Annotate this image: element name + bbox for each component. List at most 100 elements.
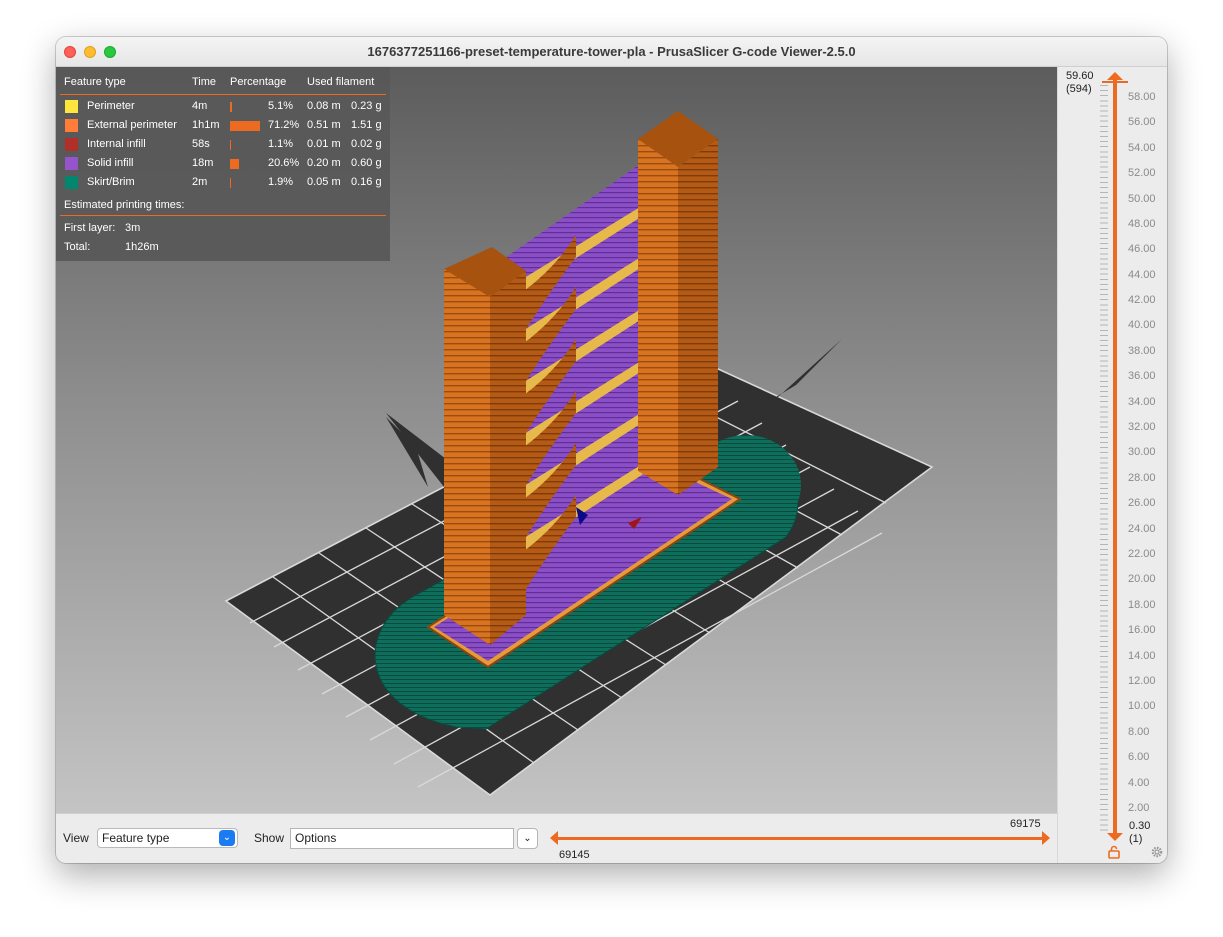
horizontal-lower-thumb-icon[interactable] [550,831,560,846]
feature-name: Skirt/Brim [87,176,135,188]
chevron-down-icon: ⌄ [523,833,532,844]
horizontal-upper-value: 69175 [1010,818,1041,830]
legend-panel: Feature type Time Percentage Used filame… [56,67,390,261]
legend-row[interactable]: External perimeter 1h1m 71.2% 0.51 m 1.5… [56,117,390,136]
tick-label: 40.00 [1128,319,1156,331]
tick-label: 52.00 [1128,167,1156,179]
color-swatch [65,100,78,113]
percentage-bar [230,178,231,188]
lower-thumb-icon[interactable] [1107,833,1123,843]
feature-meters: 0.08 m [307,100,341,112]
feature-percentage: 1.1% [268,138,294,150]
header-percentage: Percentage [230,76,287,88]
slider-scale [1100,85,1108,833]
feature-percentage: 1.9% [268,176,294,188]
feature-time: 58s [192,138,210,150]
total-value: 1h26m [125,241,159,253]
feature-time: 18m [192,157,214,169]
upper-thumb-icon[interactable] [1107,72,1123,82]
slider-bottom-value: 0.30 [1129,820,1151,832]
percentage-bar [230,121,260,131]
slider-top-layer: (594) [1066,83,1092,95]
chevron-updown-icon: ⌄ [219,830,235,846]
bottom-toolbar: View Feature type ⌄ Show Options ⌄ 69175… [56,813,1057,863]
window-title: 1676377251166-preset-temperature-tower-p… [367,44,856,59]
show-options-dropdown-button[interactable]: ⌄ [517,828,538,849]
tick-label: 22.00 [1128,548,1156,560]
slider-top-value: 59.60 [1066,70,1094,82]
3d-viewport[interactable]: Feature type Time Percentage Used filame… [56,67,1057,813]
percentage-bar [230,140,231,150]
feature-time: 4m [192,100,208,112]
feature-percentage: 71.2% [268,119,300,131]
view-label: View [63,831,89,845]
right-pillar [638,111,718,495]
tick-label: 10.00 [1128,700,1156,712]
feature-meters: 0.01 m [307,138,341,150]
tick-label: 38.00 [1128,345,1156,357]
tick-label: 42.00 [1128,294,1156,306]
feature-name: Perimeter [87,100,135,112]
show-label: Show [254,831,285,845]
gear-icon[interactable] [1150,845,1164,859]
feature-time: 2m [192,176,208,188]
tick-label: 4.00 [1128,777,1150,789]
color-swatch [65,138,78,151]
legend-divider [60,94,386,95]
first-layer-label: First layer: [64,222,116,234]
layer-slider[interactable]: 59.60 (594) 58.00 56.00 54.00 52.00 50.0… [1057,67,1167,863]
tick-label: 12.00 [1128,675,1156,687]
title-bar[interactable]: 1676377251166-preset-temperature-tower-p… [56,37,1167,67]
feature-percentage: 5.1% [268,100,294,112]
tick-label: 2.00 [1128,802,1150,814]
legend-divider [60,215,386,216]
tick-label: 18.00 [1128,599,1156,611]
feature-name: Internal infill [87,138,146,150]
tick-label: 58.00 [1128,91,1156,103]
lock-icon[interactable] [1107,845,1121,859]
view-select[interactable]: Feature type ⌄ [97,828,238,848]
header-time: Time [192,76,217,88]
tick-label: 54.00 [1128,142,1156,154]
tick-label: 34.00 [1128,396,1156,408]
total-label: Total: [64,241,91,253]
tick-label: 46.00 [1128,243,1156,255]
tick-label: 8.00 [1128,726,1150,738]
tick-label: 26.00 [1128,497,1156,509]
tick-label: 24.00 [1128,523,1156,535]
estimated-times-label: Estimated printing times: [64,199,185,211]
feature-name: External perimeter [87,119,177,131]
tick-label: 6.00 [1128,751,1150,763]
show-options-field[interactable]: Options [290,828,514,849]
tick-label: 28.00 [1128,472,1156,484]
color-swatch [65,157,78,170]
horizontal-lower-value: 69145 [559,849,590,861]
legend-row[interactable]: Internal infill 58s 1.1% 0.01 m 0.02 g [56,136,390,155]
feature-meters: 0.20 m [307,157,341,169]
tick-label: 48.00 [1128,218,1156,230]
feature-grams: 0.23 g [351,100,382,112]
horizontal-slider-track[interactable] [556,837,1046,840]
tick-label: 14.00 [1128,650,1156,662]
color-swatch [65,119,78,132]
legend-row[interactable]: Skirt/Brim 2m 1.9% 0.05 m 0.16 g [56,174,390,193]
feature-grams: 0.60 g [351,157,382,169]
feature-percentage: 20.6% [268,157,300,169]
feature-meters: 0.05 m [307,176,341,188]
header-feature-type: Feature type [64,76,126,88]
feature-grams: 0.16 g [351,176,382,188]
horizontal-upper-thumb-icon[interactable] [1042,831,1052,846]
legend-row[interactable]: Perimeter 4m 5.1% 0.08 m 0.23 g [56,98,390,117]
tick-label: 16.00 [1128,624,1156,636]
tick-label: 56.00 [1128,116,1156,128]
legend-row[interactable]: Solid infill 18m 20.6% 0.20 m 0.60 g [56,155,390,174]
percentage-bar [230,159,239,169]
tick-label: 50.00 [1128,193,1156,205]
first-layer-value: 3m [125,222,141,234]
feature-time: 1h1m [192,119,220,131]
feature-grams: 1.51 g [351,119,382,131]
app-window: 1676377251166-preset-temperature-tower-p… [56,37,1167,863]
slider-bottom-layer: (1) [1129,833,1143,845]
slider-track[interactable] [1113,79,1117,837]
feature-meters: 0.51 m [307,119,341,131]
